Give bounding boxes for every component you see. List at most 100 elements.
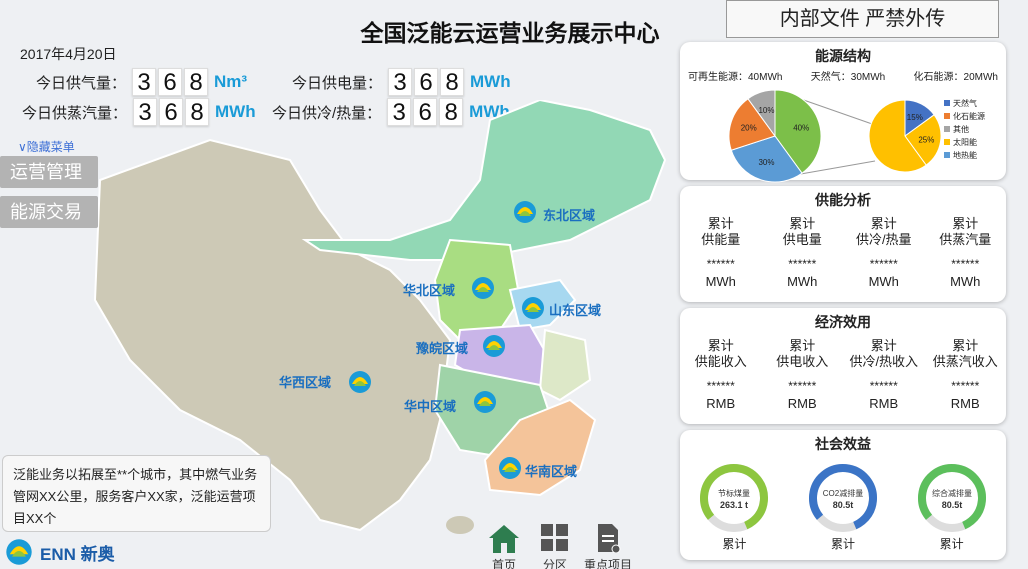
item-l1: 累计	[707, 216, 734, 231]
grid-icon	[541, 524, 568, 551]
region-label-central[interactable]: 华中区域	[404, 396, 456, 415]
item-value: ******	[951, 379, 980, 393]
nav-region[interactable]: 分区	[538, 523, 572, 569]
stat-unit: MWh	[470, 72, 511, 91]
region-label-shandong[interactable]: 山东区域	[549, 300, 601, 319]
gauge-coal-caption: 累计	[722, 537, 747, 551]
gauge-co2: CO2减排量 80.5t 累计	[803, 460, 883, 552]
item-unit: MWh	[868, 274, 899, 289]
item-unit: RMB	[706, 396, 736, 411]
nav-projects[interactable]: 重点项目	[580, 523, 636, 569]
region-label-south[interactable]: 华南区域	[525, 461, 577, 480]
pie2-legend-swatch	[944, 139, 950, 145]
region-marker-icon[interactable]	[520, 296, 546, 320]
economic-title: 经济效用	[815, 314, 871, 330]
stat-digit: 6	[158, 68, 183, 96]
gauge-total-value: 80.5t	[941, 500, 962, 510]
region-label-northeast[interactable]: 东北区域	[543, 205, 595, 224]
pie2-legend-swatch	[944, 100, 950, 106]
item-value: ******	[788, 379, 817, 393]
energy-structure-panel: 能源结构 可再生能源：40MWh 天然气：30MWh 化石能源：20MWh 40…	[680, 42, 1006, 183]
social-gauges: 节标煤量 263.1 t 累计 CO2减排量 80.5t 累计 综合减排量 80…	[680, 460, 1006, 552]
document-icon	[598, 524, 621, 554]
gauge-co2-caption: 累计	[830, 537, 855, 551]
item-unit: RMB	[869, 396, 899, 411]
gauge-coal-name: 节标煤量	[718, 488, 750, 498]
gauge-total-ring: 综合减排量 80.5t	[917, 464, 986, 532]
enn-logo-icon	[6, 539, 32, 565]
item-l2: 供电量	[782, 232, 822, 247]
pie2-legend-swatch	[944, 152, 950, 158]
supply-item: 累计 供冷/热量 ****** MWh	[846, 216, 922, 290]
stat-gas: 今日供气量： 3 6 8 Nm³	[36, 68, 247, 96]
region-label-yuwan[interactable]: 豫皖区域	[416, 338, 468, 357]
confidential-notice: 内部文件 严禁外传	[726, 0, 999, 38]
item-unit: MWh	[705, 274, 736, 289]
pie1-slice-label: 30%	[758, 158, 774, 167]
item-value: ******	[788, 257, 817, 271]
region-marker-icon[interactable]	[512, 200, 538, 224]
supply-item: 累计 供能量 ****** MWh	[683, 216, 759, 290]
gauge-total: 综合减排量 80.5t 累计	[912, 460, 992, 552]
region-marker-icon[interactable]	[481, 334, 507, 358]
pie2-legend-label: 化石能源	[953, 111, 985, 121]
pie2-legend-label: 地热能	[953, 150, 977, 160]
stat-digit: 8	[440, 68, 465, 96]
item-l1: 累计	[952, 338, 979, 353]
social-panel: 社会效益 节标煤量 263.1 t 累计 CO2减排量 80.5t 累计 综合减…	[680, 430, 1006, 560]
pie1-slice-label: 10%	[758, 106, 774, 115]
gauge-co2-ring: CO2减排量 80.5t	[808, 464, 877, 532]
item-l2: 供冷/热收入	[849, 354, 919, 369]
stat-gas-label: 今日供气量：	[36, 74, 127, 92]
item-value: ******	[951, 257, 980, 271]
region-marker-icon[interactable]	[497, 456, 523, 480]
economic-item: 累计 供蒸汽收入 ****** RMB	[927, 338, 1003, 412]
nav-home[interactable]: 首页	[486, 523, 522, 569]
region-marker-icon[interactable]	[472, 390, 498, 414]
date-label: 2017年4月20日	[20, 46, 117, 62]
item-l2: 供能量	[701, 232, 741, 247]
sidebar-item-trading[interactable]: 能源交易	[0, 196, 98, 228]
legend-gas: 天然气：30MWh	[810, 72, 886, 83]
item-unit: MWh	[787, 274, 818, 289]
page-title: 全国泛能云运营业务展示中心	[360, 20, 660, 46]
business-summary: 泛能业务以拓展至**个城市，其中燃气业务管网XX公里，服务客户XX家，泛能运营项…	[2, 455, 271, 532]
gauge-total-name: 综合减排量	[932, 488, 972, 498]
hide-menu-toggle[interactable]: ∨隐藏菜单	[18, 138, 75, 155]
pie2-slice-label: 25%	[918, 135, 934, 144]
economic-item: 累计 供电收入 ****** RMB	[764, 338, 840, 412]
item-l2: 供冷/热量	[855, 232, 912, 247]
stat-unit: Nm³	[214, 72, 248, 91]
supply-item: 累计 供电量 ****** MWh	[764, 216, 840, 290]
pie2-legend-swatch	[944, 113, 950, 119]
economic-panel: 经济效用 累计 供能收入 ****** RMB 累计 供电收入 ****** RMB 累计供…	[680, 308, 1006, 424]
region-marker-icon[interactable]	[470, 276, 496, 300]
item-value: ******	[869, 379, 898, 393]
sidebar-item-operations[interactable]: 运营管理	[0, 156, 98, 188]
item-l2: 供能收入	[694, 354, 747, 369]
energy-pie-charts: 40% 30% 20%10% 15% 25% 天然气化石能源其他太阳能地热能	[728, 89, 985, 183]
supply-grid: 累计 供能量 ****** MWh 累计 供电量 ****** MWh 累计 供冷/热量 ***…	[680, 216, 1006, 290]
stat-electricity: 今日供电量： 3 6 8 MWh	[292, 68, 511, 96]
pie1-slice-label: 40%	[793, 123, 809, 132]
region-label-north[interactable]: 华北区域	[403, 280, 455, 299]
region-label-west[interactable]: 华西区域	[279, 372, 331, 391]
economic-grid: 累计 供能收入 ****** RMB 累计 供电收入 ****** RMB 累计 供冷/热收入…	[680, 338, 1006, 412]
nav-home-label: 首页	[491, 558, 516, 569]
item-l1: 累计	[870, 338, 897, 353]
supply-item: 累计 供蒸汽量 ****** MWh	[927, 216, 1003, 290]
energy-legend-top: 可再生能源：40MWh 天然气：30MWh 化石能源：20MWh	[680, 66, 1006, 83]
gauge-coal: 节标煤量 263.1 t 累计	[694, 460, 774, 552]
stat-digit: 6	[414, 68, 439, 96]
energy-structure-title: 能源结构	[815, 48, 871, 64]
region-marker-icon[interactable]	[347, 370, 373, 394]
nav-projects-label: 重点项目	[583, 558, 632, 569]
home-icon	[489, 525, 519, 553]
map-hainan-shape	[446, 516, 474, 534]
stat-digit: 8	[184, 68, 209, 96]
item-l1: 累计	[870, 216, 897, 231]
stat-digit: 3	[388, 68, 413, 96]
legend-fossil: 化石能源：20MWh	[913, 72, 998, 83]
social-title: 社会效益	[815, 436, 871, 452]
item-unit: RMB	[787, 396, 817, 411]
